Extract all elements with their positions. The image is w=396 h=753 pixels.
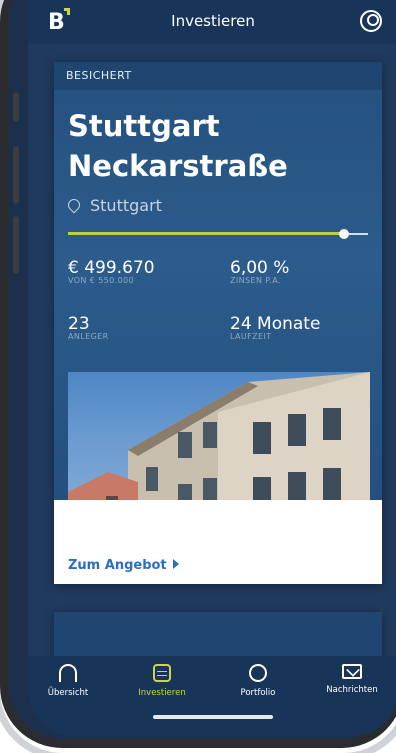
play-arrow-icon [172, 559, 179, 569]
nav-item-messages[interactable]: Nachrichten [312, 664, 392, 695]
nav-item-portfolio[interactable]: Portfolio [218, 664, 298, 698]
phone-volume-up [13, 146, 19, 204]
nav-item-overview[interactable]: Übersicht [28, 664, 108, 698]
stat-interest-label: ZINSEN P.A. [230, 276, 281, 285]
nav-item-messages-label: Nachrichten [326, 685, 378, 695]
phone-mute-switch [13, 92, 19, 122]
stat-investors-label: ANLEGER [68, 332, 109, 341]
stat-term: 24 Monate LAUFZEIT [230, 314, 320, 341]
offer-title-line1: Stuttgart [68, 109, 220, 143]
funding-progress-handle [339, 229, 349, 239]
offer-location: Stuttgart [65, 196, 162, 215]
profile-icon[interactable] [360, 10, 382, 32]
nav-item-invest[interactable]: Investieren [122, 664, 202, 698]
page-title: Investieren [171, 12, 255, 30]
secured-badge: BESICHERT [66, 69, 132, 82]
mail-icon [342, 664, 362, 679]
home-icon [59, 664, 77, 682]
view-offer-link[interactable]: Zum Angebot [68, 558, 179, 573]
offer-card[interactable]: BESICHERT Stuttgart Neckarstraße Stuttga… [54, 62, 382, 584]
funding-progress-fill [68, 232, 344, 235]
location-pin-icon [65, 196, 83, 214]
stat-term-value: 24 Monate [230, 314, 321, 334]
app-screen: B Investieren BESICHERT Stuttgart Neckar… [28, 0, 396, 736]
home-indicator [153, 715, 273, 719]
offer-location-text: Stuttgart [90, 196, 162, 215]
coins-icon [153, 664, 171, 682]
portfolio-icon [249, 664, 267, 682]
funding-progress-bar [68, 229, 368, 239]
view-offer-link-text[interactable]: Zum Angebot [68, 558, 167, 573]
stat-interest-value: 6,00 % [230, 258, 290, 278]
offer-title: Stuttgart Neckarstraße [68, 106, 368, 186]
stat-interest: 6,00 % ZINSEN P.A. [230, 258, 289, 285]
offer-title-line2: Neckarstraße [68, 149, 288, 183]
nav-item-invest-label: Investieren [138, 688, 186, 698]
bottom-nav: Übersicht Investieren Portfolio Nachrich… [28, 656, 396, 736]
app-bar: B Investieren [28, 0, 396, 44]
stat-investors: 23 ANLEGER [68, 314, 109, 341]
phone-volume-down [13, 216, 19, 274]
badge-strip: BESICHERT [54, 62, 382, 90]
stat-investors-value: 23 [68, 314, 90, 334]
nav-item-portfolio-label: Portfolio [240, 688, 276, 698]
stat-amount: € 499.670 VON € 550.000 [68, 258, 155, 285]
nav-item-overview-label: Übersicht [47, 688, 89, 698]
stat-amount-value: € 499.670 [68, 258, 155, 278]
